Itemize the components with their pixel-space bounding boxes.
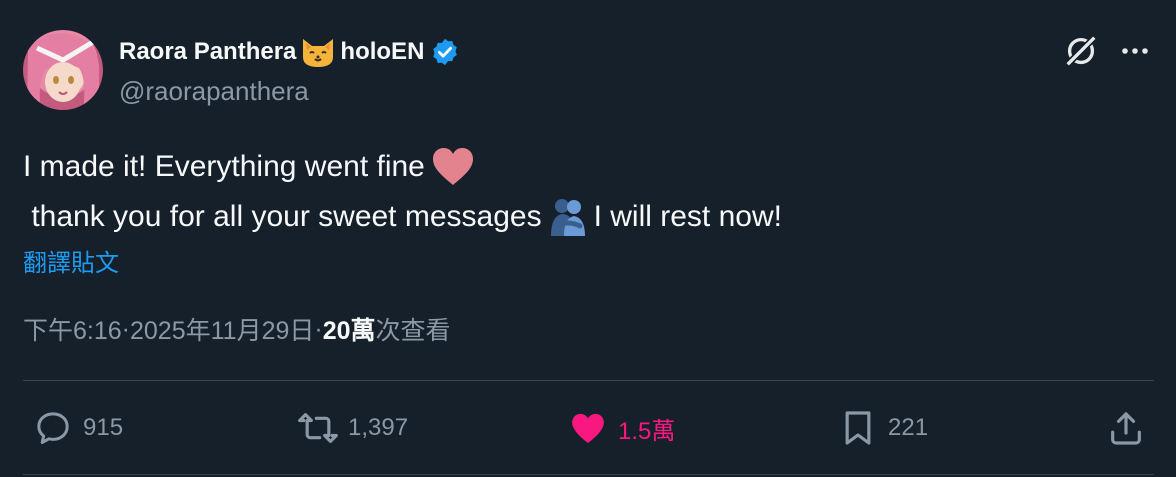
post-date[interactable]: 2025年11月29日 (130, 311, 314, 347)
name-suffix[interactable]: holoEN (340, 38, 424, 66)
hug-icon (550, 199, 585, 236)
views-label: 次查看 (375, 317, 451, 345)
repost-button[interactable]: 1,397 (298, 406, 408, 450)
author-name-row[interactable]: Raora Panthera holoEN (119, 34, 460, 70)
bookmark-icon (845, 411, 871, 445)
reply-button[interactable]: 915 (33, 406, 123, 450)
action-bar: 915 1,397 1.5萬 221 (23, 386, 1154, 472)
tweet-line-1-text: I made it! Everything went fine (23, 150, 425, 183)
share-button[interactable] (1106, 406, 1146, 450)
heart-filled-icon (572, 413, 604, 443)
avatar-image (27, 33, 99, 110)
share-icon (1111, 412, 1141, 445)
reply-count: 915 (83, 414, 124, 441)
bookmark-count: 221 (888, 414, 929, 441)
more-options-icon[interactable] (1118, 36, 1152, 66)
reply-icon (37, 412, 69, 444)
tweet-text: I made it! Everything went fine thank yo… (23, 142, 1143, 242)
like-count: 1.5萬 (618, 417, 676, 445)
tweet-line-2: thank you for all your sweet messages I … (23, 192, 1143, 242)
repost-count: 1,397 (348, 414, 409, 441)
divider (23, 380, 1154, 381)
tweet-line-2-end: I will rest now! (593, 200, 782, 233)
verified-badge-icon[interactable] (430, 37, 460, 67)
divider (23, 474, 1154, 475)
meta-separator: · (121, 314, 130, 343)
display-name[interactable]: Raora Panthera (119, 38, 296, 66)
tweet-meta: 下午6:16 · 2025年11月29日 · 20萬 次查看 (23, 311, 451, 347)
like-button[interactable]: 1.5萬 (568, 406, 675, 450)
post-time[interactable]: 下午6:16 (23, 311, 122, 347)
heart-icon (432, 148, 473, 185)
meta-separator: · (314, 314, 323, 343)
cat-face-icon (303, 39, 334, 67)
tweet-line-1: I made it! Everything went fine (23, 142, 1143, 192)
tweet-line-2-start: thank you for all your sweet messages (23, 200, 542, 233)
repost-icon (298, 413, 338, 443)
avatar[interactable] (23, 30, 103, 110)
translate-post-link[interactable]: 翻譯貼文 (23, 243, 119, 278)
bookmark-button[interactable]: 221 (838, 406, 928, 450)
views-count[interactable]: 20萬 (323, 311, 376, 347)
author-handle[interactable]: @raorapanthera (119, 76, 309, 107)
grok-icon[interactable] (1062, 32, 1100, 70)
